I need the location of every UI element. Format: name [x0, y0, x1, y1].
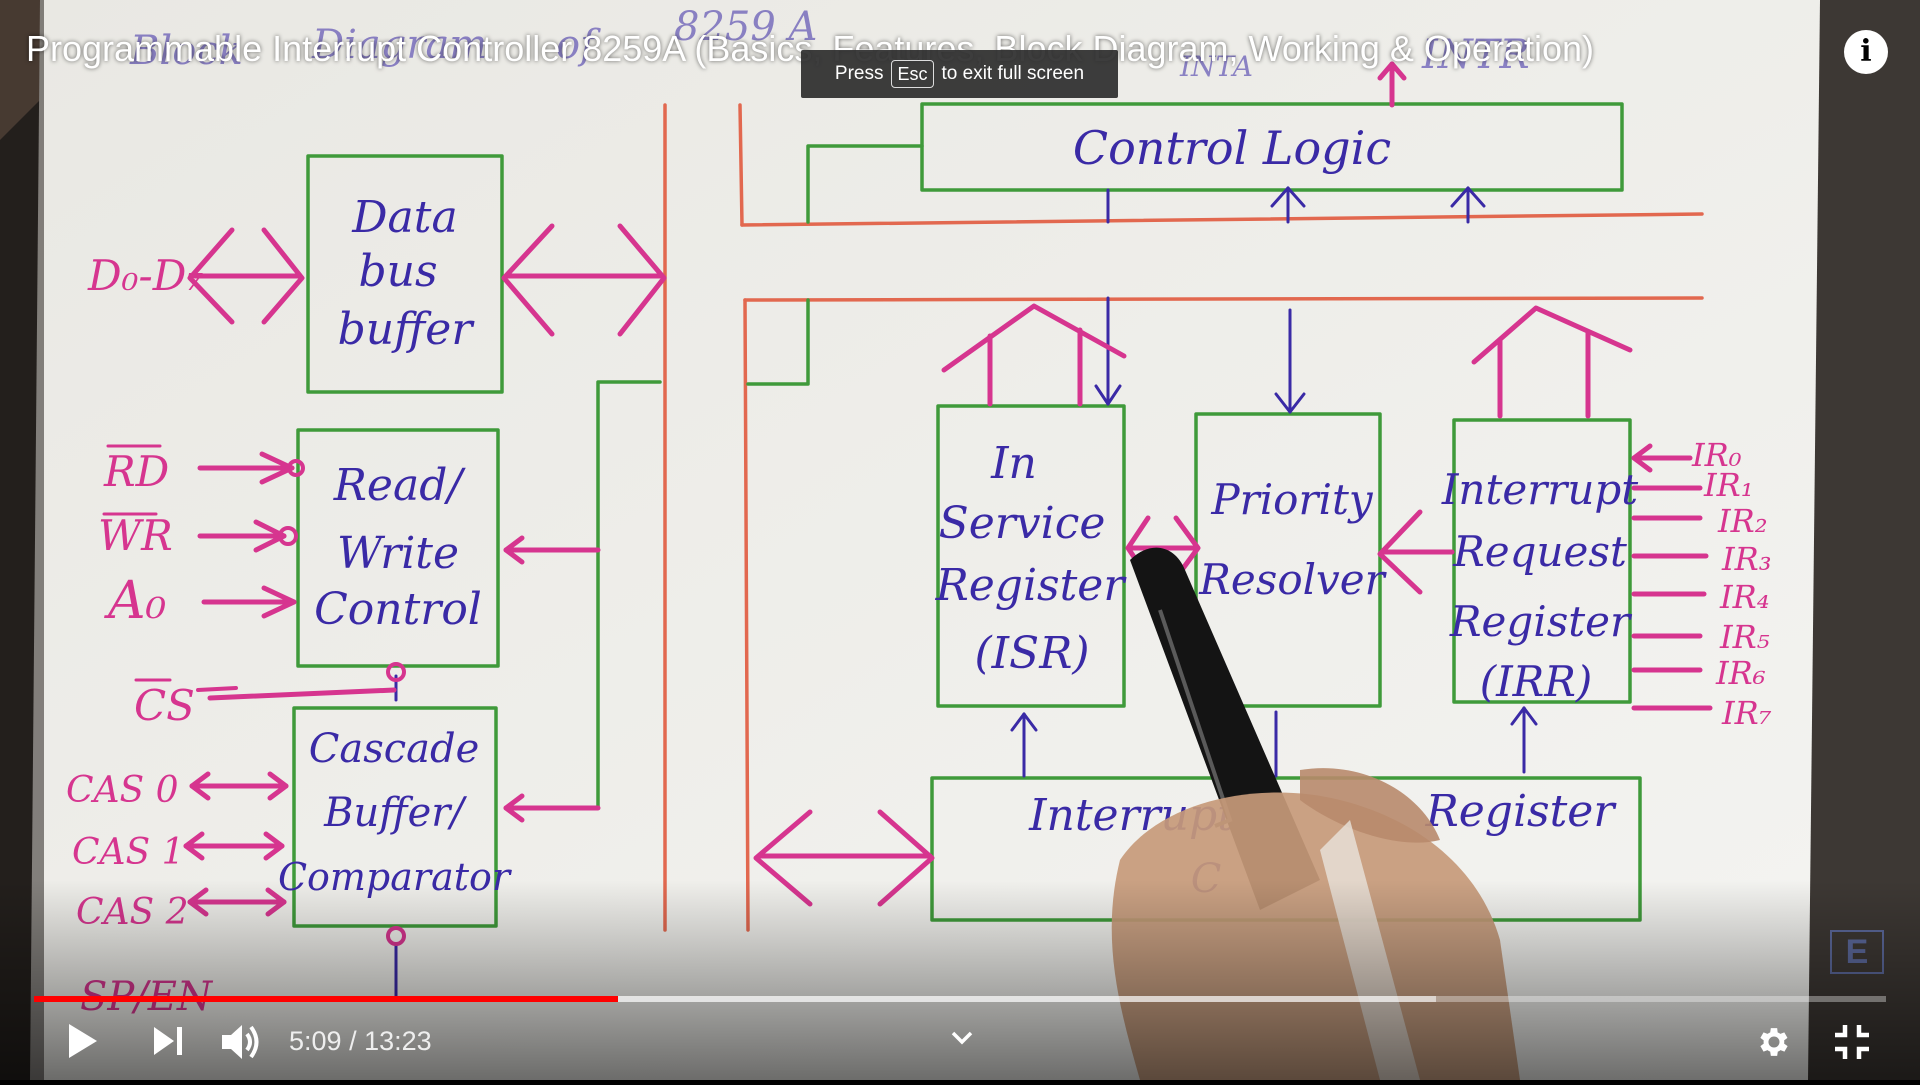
svg-text:In: In: [990, 438, 1037, 489]
svg-text:IR₇: IR₇: [1721, 694, 1772, 732]
exit-fullscreen-icon[interactable]: [1830, 1020, 1874, 1064]
svg-text:(ISR): (ISR): [975, 628, 1090, 679]
svg-text:Control Logic: Control Logic: [1073, 121, 1391, 175]
chevron-down-icon[interactable]: [944, 1024, 980, 1052]
toast-press-text: Press: [834, 63, 884, 84]
svg-text:Interrupt: Interrupt: [1441, 465, 1638, 514]
svg-text:Control: Control: [314, 584, 482, 635]
info-icon[interactable]: i: [1844, 30, 1888, 74]
svg-text:IR₆: IR₆: [1715, 654, 1766, 692]
svg-text:Register: Register: [1449, 597, 1633, 646]
settings-gear-icon[interactable]: [1752, 1020, 1796, 1064]
svg-text:buffer: buffer: [338, 304, 476, 355]
time-total: 13:23: [364, 1026, 432, 1056]
svg-text:RD: RD: [103, 447, 169, 496]
time-separator: /: [341, 1026, 365, 1056]
svg-text:IR₂: IR₂: [1717, 502, 1768, 540]
svg-text:Priority: Priority: [1210, 475, 1373, 524]
svg-text:IR₅: IR₅: [1719, 618, 1770, 656]
svg-text:IR₁: IR₁: [1703, 466, 1754, 504]
toast-suffix-text: to exit full screen: [941, 63, 1085, 84]
svg-text:IR₃: IR₃: [1721, 540, 1772, 578]
svg-text:A₀: A₀: [104, 571, 167, 631]
svg-text:Data: Data: [351, 192, 457, 243]
svg-text:Register: Register: [935, 560, 1128, 611]
play-icon[interactable]: [62, 1020, 104, 1062]
time-display: 5:09 / 13:23: [289, 1024, 432, 1058]
svg-text:Read/: Read/: [333, 460, 467, 511]
svg-text:Resolver: Resolver: [1198, 555, 1387, 604]
svg-text:CS: CS: [134, 681, 195, 730]
progress-played: [34, 996, 618, 1002]
svg-text:D₀-D₇: D₀-D₇: [87, 251, 203, 300]
svg-text:bus: bus: [358, 246, 437, 297]
svg-text:CAS 0: CAS 0: [66, 770, 179, 811]
svg-text:Request: Request: [1452, 527, 1627, 576]
svg-text:(IRR): (IRR): [1480, 657, 1593, 706]
next-icon[interactable]: [148, 1022, 188, 1060]
volume-icon[interactable]: [218, 1020, 264, 1064]
svg-text:Buffer/: Buffer/: [323, 790, 467, 836]
svg-text:Cascade: Cascade: [309, 726, 480, 772]
progress-bar[interactable]: [34, 996, 1886, 1002]
esc-key-badge: Esc: [891, 60, 934, 88]
svg-text:IR₄: IR₄: [1719, 578, 1770, 616]
svg-text:Service: Service: [939, 498, 1106, 549]
svg-text:Register: Register: [1425, 786, 1618, 837]
svg-text:Write: Write: [337, 528, 459, 579]
time-current: 5:09: [289, 1026, 342, 1056]
svg-text:WR: WR: [98, 511, 173, 560]
svg-text:CAS 1: CAS 1: [72, 832, 185, 873]
exit-fullscreen-toast: Press Esc to exit full screen: [801, 50, 1118, 98]
